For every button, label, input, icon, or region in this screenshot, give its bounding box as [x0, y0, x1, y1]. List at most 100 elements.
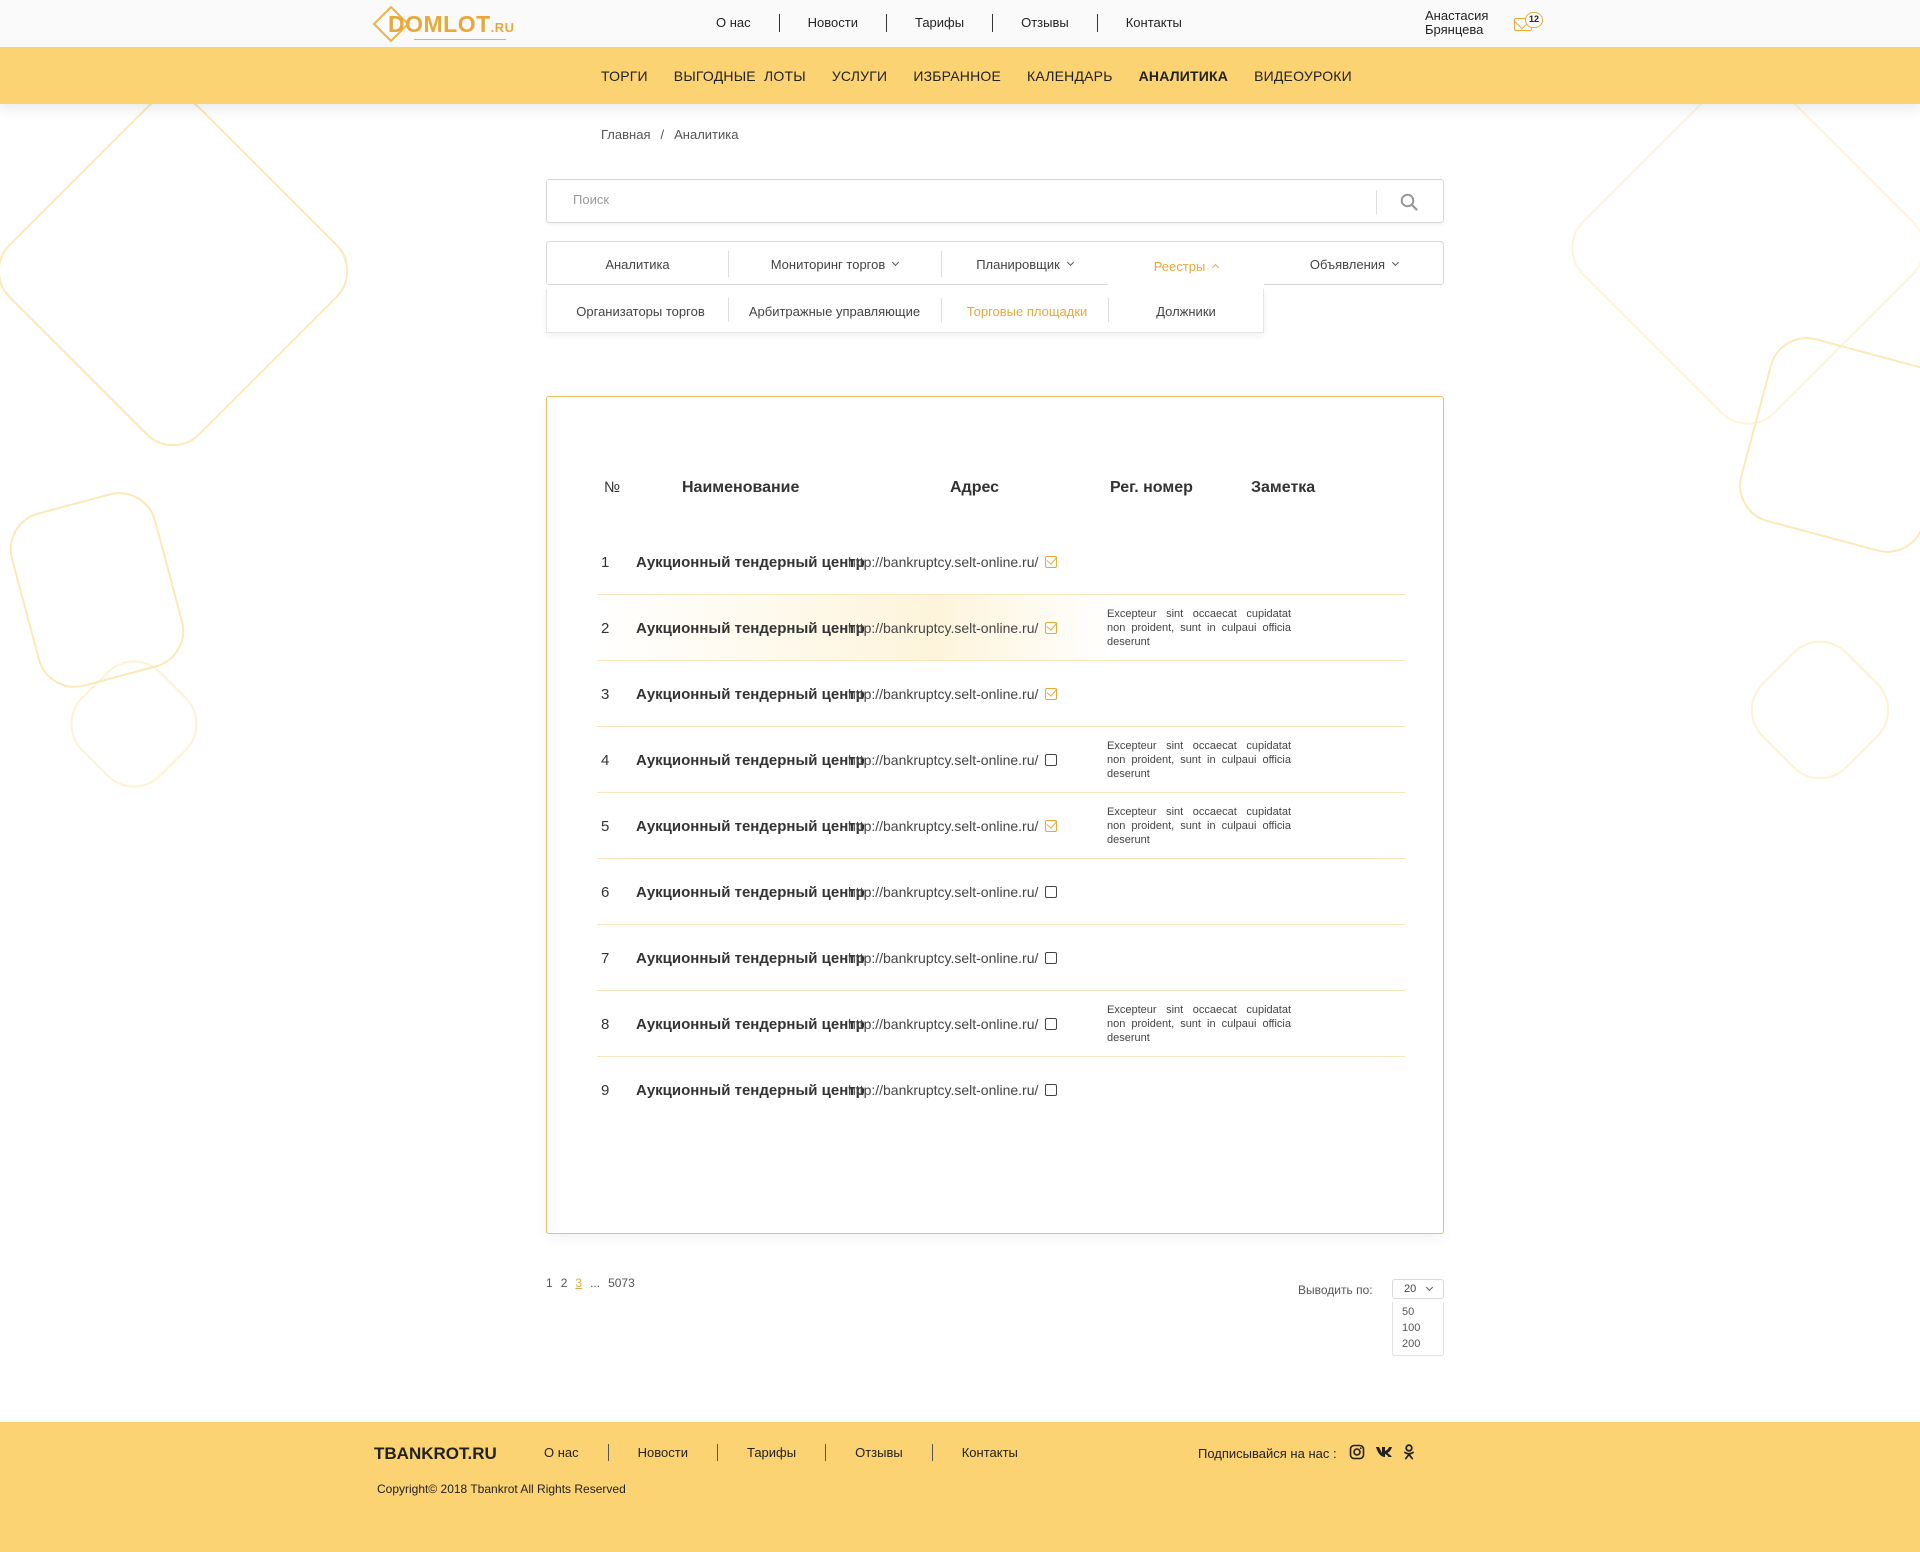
main-nav-profitable-lots[interactable]: ВЫГОДНЫЕ ЛОТЫ	[674, 68, 806, 84]
platform-link[interactable]: http://bankruptcy.selt-online.ru/	[848, 793, 1038, 859]
platform-link[interactable]: http://bankruptcy.selt-online.ru/	[848, 925, 1038, 991]
top-nav-contacts[interactable]: Контакты	[1098, 14, 1210, 32]
per-page-option[interactable]: 50	[1393, 1304, 1443, 1320]
main-nav-services[interactable]: УСЛУГИ	[832, 68, 887, 84]
subtab-trading-platforms[interactable]: Торговые площадки	[941, 289, 1113, 333]
reg-checkbox[interactable]	[1045, 952, 1057, 964]
main-nav-calendar[interactable]: КАЛЕНДАРЬ	[1027, 68, 1113, 84]
platform-link[interactable]: http://bankruptcy.selt-online.ru/	[848, 859, 1038, 925]
search-box	[546, 179, 1444, 223]
breadcrumb: Главная / Аналитика	[601, 127, 739, 142]
platforms-table: № Наименование Адрес Рег. номер Заметка …	[546, 396, 1444, 1234]
footer-nav-contacts[interactable]: Контакты	[933, 1444, 1047, 1461]
social-links	[1349, 1444, 1425, 1460]
column-header-reg-number: Рег. номер	[1110, 479, 1193, 496]
subscribe-label: Подписывайся на нас :	[1198, 1446, 1337, 1461]
platform-link[interactable]: http://bankruptcy.selt-online.ru/	[848, 595, 1038, 661]
page-link[interactable]: 5073	[608, 1276, 635, 1290]
chevron-up-icon	[1212, 263, 1220, 272]
table-row[interactable]: 4 Аукционный тендерный центр http://bank…	[597, 727, 1405, 793]
registries-dropdown: Организаторы торгов Арбитражные управляю…	[546, 289, 1264, 333]
chevron-down-icon	[1392, 258, 1400, 267]
instagram-icon[interactable]	[1349, 1444, 1365, 1460]
logo-suffix: .RU	[490, 19, 515, 35]
table-row[interactable]: 1 Аукционный тендерный центр http://bank…	[597, 529, 1405, 595]
tab-monitoring[interactable]: Мониторинг торгов	[728, 242, 941, 286]
decor-square	[1, 483, 193, 697]
decor-square	[1735, 625, 1905, 795]
table-row[interactable]: 5 Аукционный тендерный центр http://bank…	[597, 793, 1405, 859]
odnoklassniki-icon[interactable]	[1403, 1444, 1415, 1460]
footer-nav: О нас Новости Тарифы Отзывы Контакты	[530, 1444, 1047, 1461]
per-page-label: Выводить по:	[1298, 1283, 1373, 1297]
top-nav-reviews[interactable]: Отзывы	[993, 14, 1098, 32]
platform-link[interactable]: http://bankruptcy.selt-online.ru/	[848, 529, 1038, 595]
subtab-organizers[interactable]: Организаторы торгов	[547, 289, 734, 333]
reg-checkbox[interactable]	[1045, 886, 1057, 898]
column-header-name: Наименование	[682, 479, 800, 496]
footer-nav-tariffs[interactable]: Тарифы	[718, 1444, 827, 1461]
breadcrumb-current: Аналитика	[674, 127, 739, 142]
column-header-address: Адрес	[950, 479, 1000, 496]
copyright: Copyright© 2018 Tbankrot All Rights Rese…	[377, 1482, 626, 1496]
table-row[interactable]: 9 Аукционный тендерный центр http://bank…	[597, 1057, 1405, 1123]
main-nav: ТОРГИ ВЫГОДНЫЕ ЛОТЫ УСЛУГИ ИЗБРАННОЕ КАЛ…	[0, 47, 1920, 104]
chevron-down-icon	[892, 258, 900, 267]
top-nav-tariffs[interactable]: Тарифы	[887, 14, 994, 32]
table-row[interactable]: 2 Аукционный тендерный центр http://bank…	[597, 595, 1405, 661]
table-row[interactable]: 8 Аукционный тендерный центр http://bank…	[597, 991, 1405, 1057]
reg-checkbox[interactable]	[1045, 820, 1057, 832]
top-nav-news[interactable]: Новости	[780, 14, 887, 32]
decor-square	[0, 80, 364, 462]
search-input[interactable]	[573, 192, 1373, 207]
footer: TBANKROT.RU О нас Новости Тарифы Отзывы …	[0, 1422, 1920, 1552]
footer-brand[interactable]: TBANKROT.RU	[374, 1444, 497, 1464]
column-header-note: Заметка	[1251, 479, 1316, 496]
vk-icon[interactable]	[1375, 1445, 1393, 1459]
tab-registries[interactable]: Реестры	[1108, 242, 1264, 290]
main-nav-analytics[interactable]: АНАЛИТИКА	[1139, 68, 1228, 84]
reg-checkbox[interactable]	[1045, 622, 1057, 634]
subtab-arbitration-managers[interactable]: Арбитражные управляющие	[728, 289, 941, 333]
footer-nav-reviews[interactable]: Отзывы	[826, 1444, 933, 1461]
top-bar: DOMLOT.RU О нас Новости Тарифы Отзывы Ко…	[0, 0, 1920, 47]
platform-link[interactable]: http://bankruptcy.selt-online.ru/	[848, 1057, 1038, 1123]
per-page-select[interactable]: 20	[1392, 1279, 1444, 1299]
pagination: 1 2 3 ... 5073	[546, 1276, 643, 1290]
reg-checkbox[interactable]	[1045, 1084, 1057, 1096]
table-row[interactable]: 7 Аукционный тендерный центр http://bank…	[597, 925, 1405, 991]
tab-planner[interactable]: Планировщик	[941, 242, 1108, 286]
footer-nav-about[interactable]: О нас	[530, 1444, 609, 1461]
page-link[interactable]: 1	[546, 1276, 553, 1290]
page-link[interactable]: 2	[561, 1276, 568, 1290]
reg-checkbox[interactable]	[1045, 754, 1057, 766]
search-icon[interactable]	[1400, 193, 1418, 211]
main-nav-auctions[interactable]: ТОРГИ	[601, 68, 648, 84]
platform-link[interactable]: http://bankruptcy.selt-online.ru/	[848, 991, 1038, 1057]
user-name[interactable]: Анастасия Брянцева	[1425, 9, 1488, 37]
reg-checkbox[interactable]	[1045, 1018, 1057, 1030]
reg-checkbox[interactable]	[1045, 556, 1057, 568]
page-link-current[interactable]: 3	[575, 1276, 582, 1290]
top-nav-about[interactable]: О нас	[700, 14, 780, 32]
subtab-debtors[interactable]: Должники	[1108, 289, 1264, 333]
breadcrumb-home[interactable]: Главная	[601, 127, 650, 142]
platform-link[interactable]: http://bankruptcy.selt-online.ru/	[848, 727, 1038, 793]
section-tabs: Аналитика Мониторинг торгов Планировщик …	[546, 241, 1444, 290]
chevron-down-icon	[1425, 1283, 1434, 1292]
table-row[interactable]: 6 Аукционный тендерный центр http://bank…	[597, 859, 1405, 925]
per-page-option[interactable]: 200	[1393, 1336, 1443, 1352]
tab-announcements[interactable]: Объявления	[1264, 242, 1444, 286]
logo-main: DOMLOT	[388, 10, 491, 37]
per-page-options: 50 100 200	[1392, 1302, 1444, 1356]
main-nav-favorites[interactable]: ИЗБРАННОЕ	[913, 68, 1001, 84]
table-row[interactable]: 3 Аукционный тендерный центр http://bank…	[597, 661, 1405, 727]
footer-nav-news[interactable]: Новости	[609, 1444, 718, 1461]
platform-link[interactable]: http://bankruptcy.selt-online.ru/	[848, 661, 1038, 727]
mail-count-badge: 12	[1525, 12, 1543, 28]
reg-checkbox[interactable]	[1045, 688, 1057, 700]
main-nav-video-lessons[interactable]: ВИДЕОУРОКИ	[1254, 68, 1352, 84]
per-page-option[interactable]: 100	[1393, 1320, 1443, 1336]
site-logo[interactable]: DOMLOT.RU	[372, 5, 514, 43]
tab-analytics[interactable]: Аналитика	[547, 242, 728, 286]
